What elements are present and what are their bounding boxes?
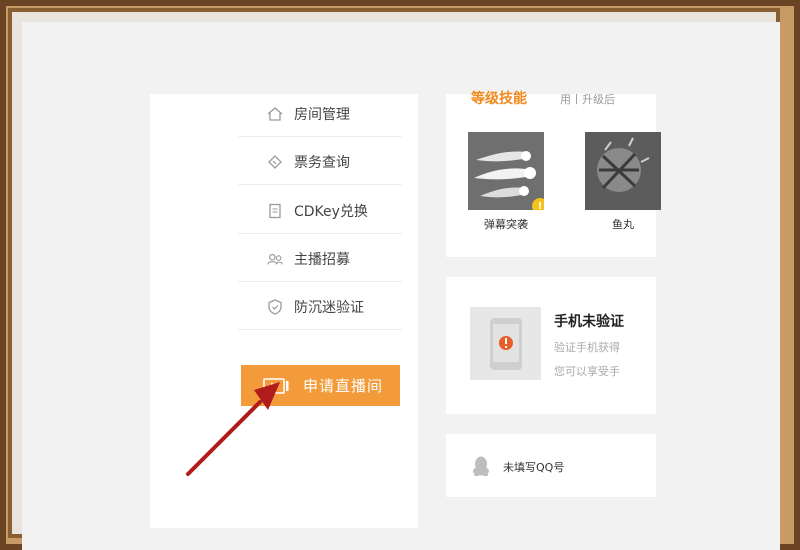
annotation-arrow [186, 382, 280, 476]
page-stage: 房间管理 票务查询 CDKey兑换 主播招募 防沉迷验证 申请直播间 等级技能 … [22, 22, 780, 550]
